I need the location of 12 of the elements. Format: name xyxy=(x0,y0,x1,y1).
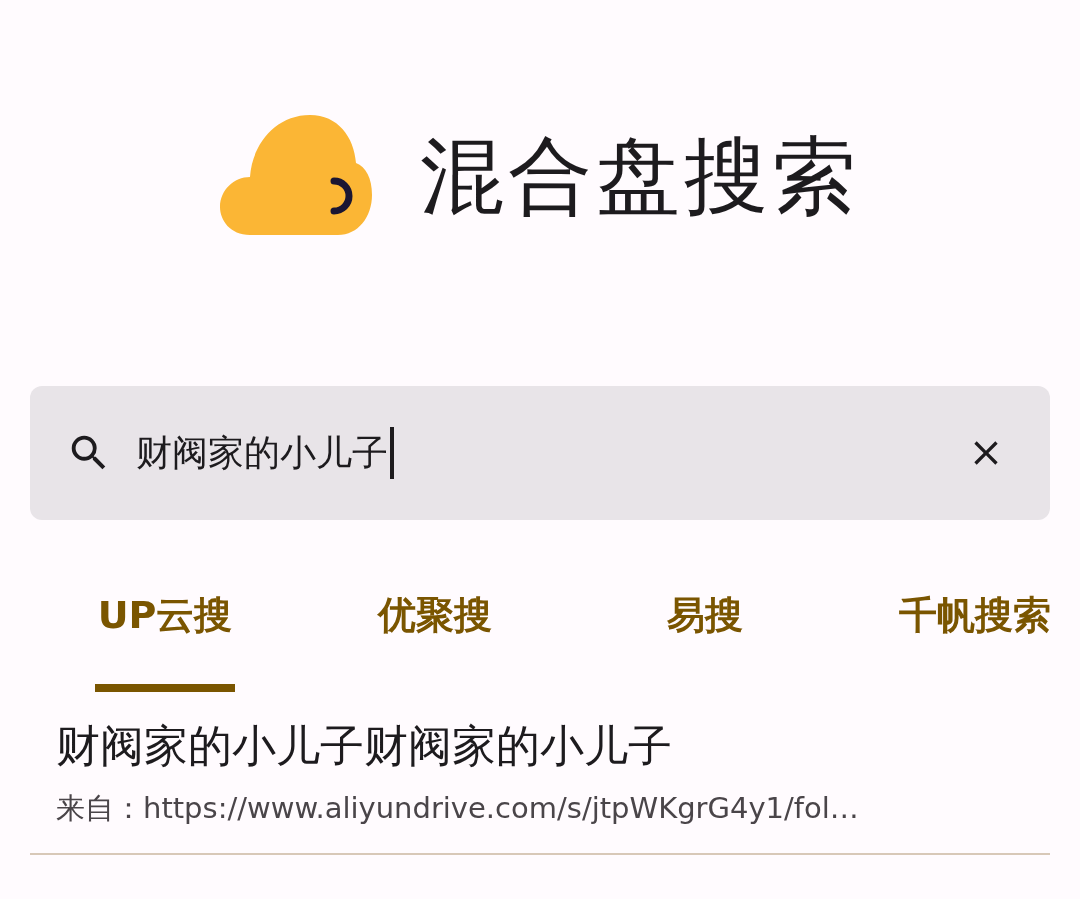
app-title: 混合盘搜索 xyxy=(420,134,860,218)
search-source-tab[interactable]: 千帆搜索 xyxy=(840,586,1080,696)
search-field[interactable]: 财阀家的小儿子 xyxy=(30,386,1050,520)
text-cursor xyxy=(390,427,394,479)
search-source-tab[interactable]: 易搜 xyxy=(570,586,840,696)
result-source: 来自：https://www.aliyundrive.com/s/jtpWKgrG4y1/fol… xyxy=(56,794,860,823)
search-source-tab[interactable]: 优聚搜 xyxy=(300,586,570,696)
search-source-tab[interactable]: UP云搜 xyxy=(30,586,300,696)
result-title: 财阀家的小儿子财阀家的小儿子 xyxy=(56,724,673,768)
search-input[interactable]: 财阀家的小儿子 xyxy=(136,426,388,480)
cloud-logo-icon xyxy=(220,115,372,237)
result-item[interactable]: 财阀家的小儿子财阀家的小儿子 来自：https://www.aliyundrive.com/s/jtpWKgrG4y1/fol… xyxy=(30,696,1050,855)
